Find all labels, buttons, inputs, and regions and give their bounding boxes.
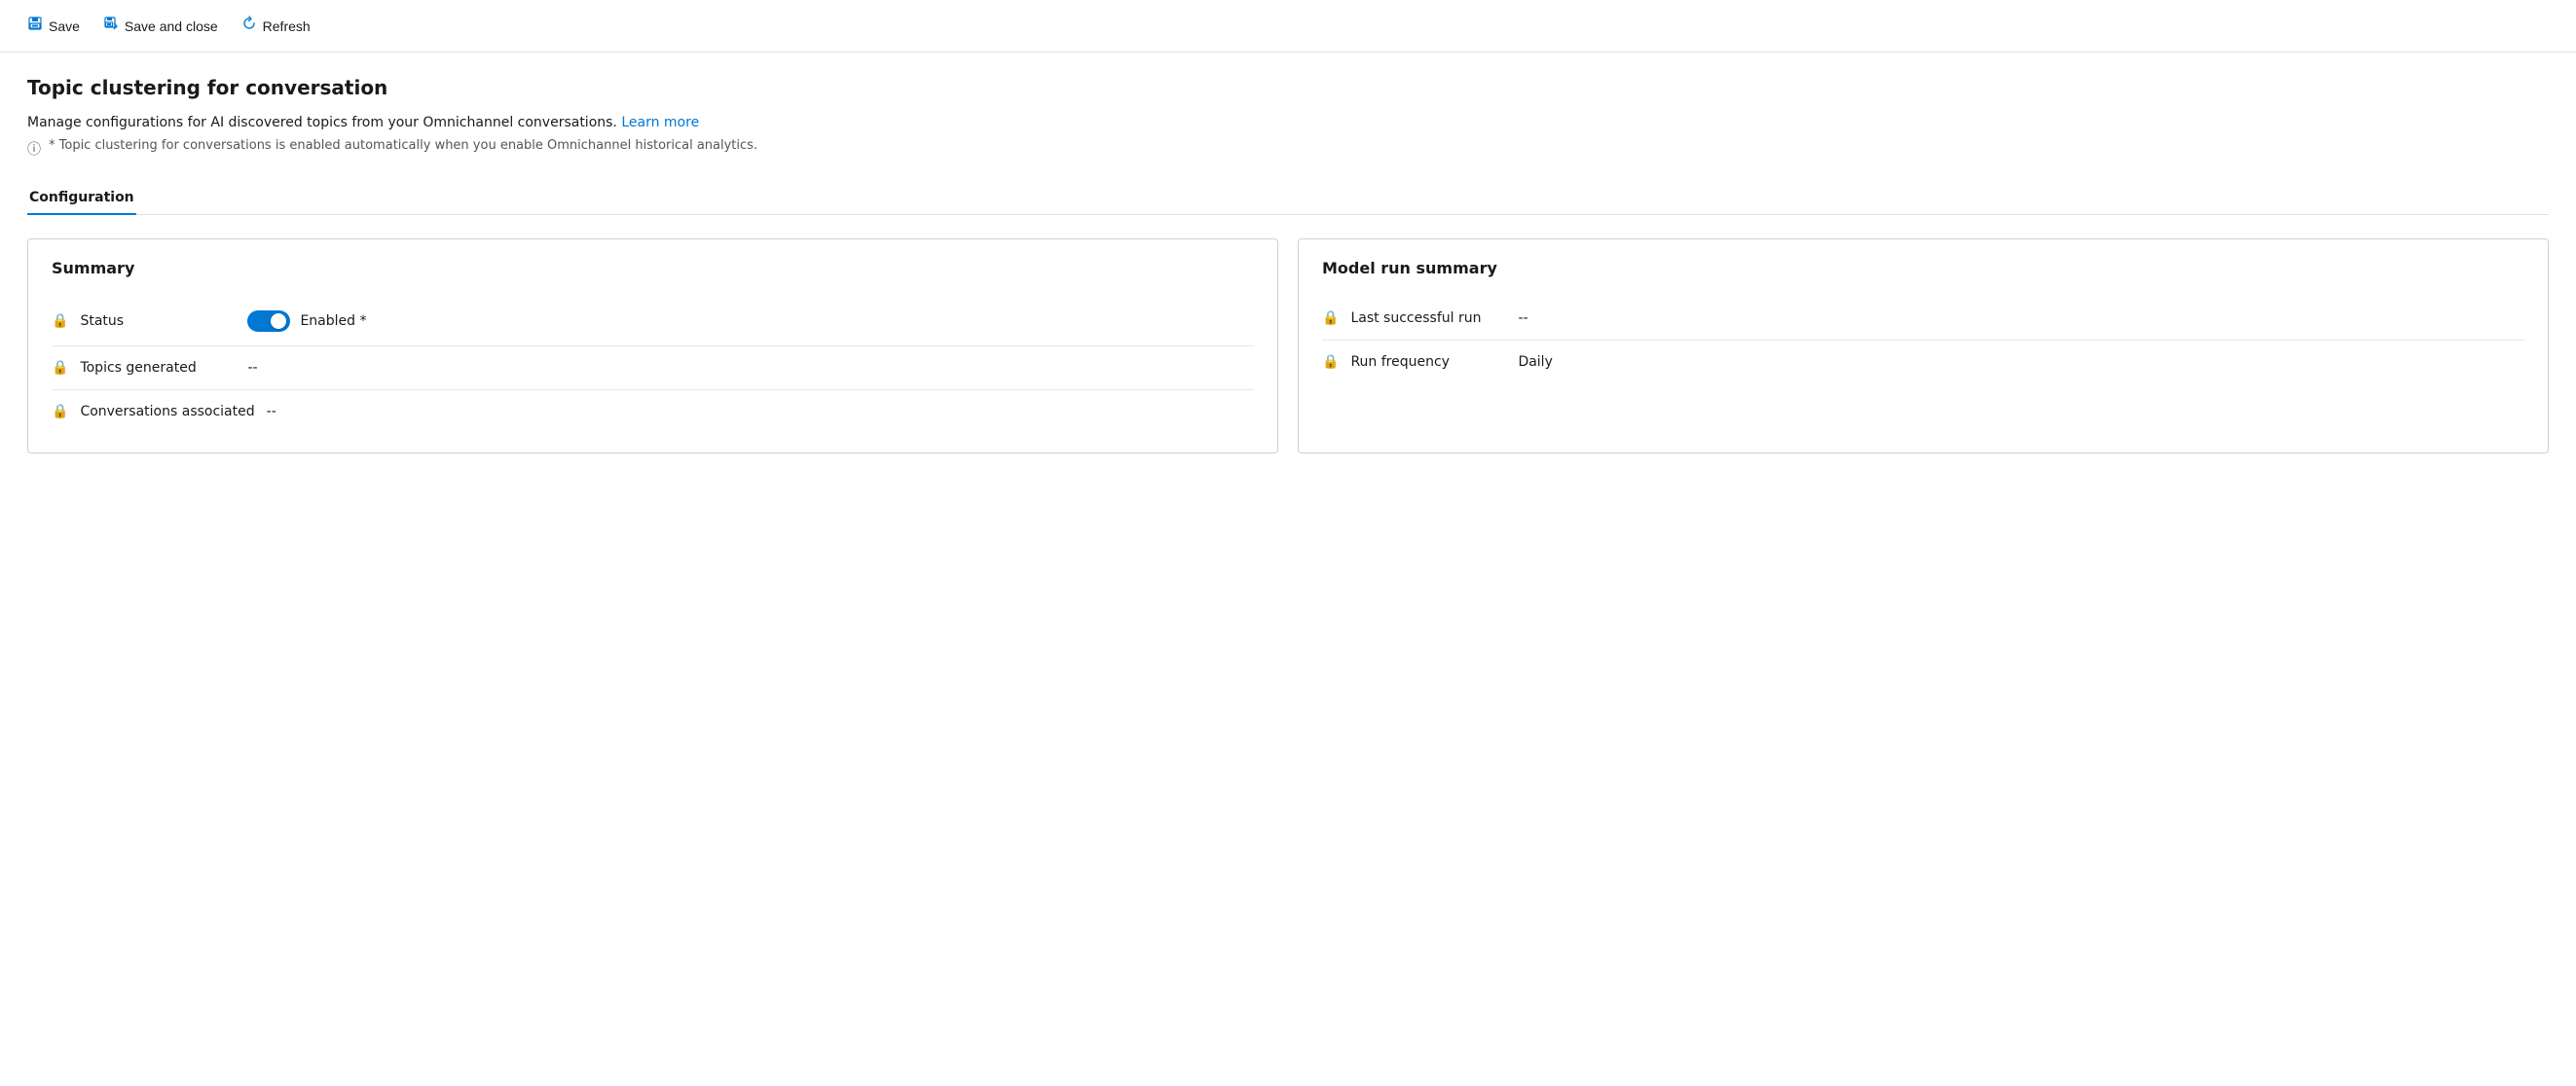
save-and-close-button[interactable]: Save and close — [95, 12, 226, 40]
summary-card: Summary 🔒 Status Enabled * 🔒 Topics gene… — [27, 238, 1278, 453]
last-run-label: Last successful run — [1350, 310, 1506, 326]
last-run-row: 🔒 Last successful run -- — [1322, 297, 2524, 341]
status-toggle[interactable] — [247, 310, 290, 332]
conversations-lock-icon: 🔒 — [52, 404, 68, 419]
topics-generated-value: -- — [247, 360, 257, 376]
status-label: Status — [80, 313, 236, 329]
cards-container: Summary 🔒 Status Enabled * 🔒 Topics gene… — [27, 238, 2549, 453]
conversations-associated-label: Conversations associated — [80, 404, 254, 419]
refresh-button[interactable]: Refresh — [234, 12, 318, 40]
topics-lock-icon: 🔒 — [52, 360, 68, 376]
conversations-associated-row: 🔒 Conversations associated -- — [52, 390, 1254, 433]
tabs: Configuration — [27, 182, 2549, 215]
status-lock-icon: 🔒 — [52, 313, 68, 329]
toolbar: Save Save and close Refresh — [0, 0, 2576, 53]
page-content: Topic clustering for conversation Manage… — [0, 53, 2576, 477]
refresh-label: Refresh — [263, 18, 311, 34]
topics-generated-label: Topics generated — [80, 360, 236, 376]
model-run-card: Model run summary 🔒 Last successful run … — [1298, 238, 2549, 453]
last-run-value: -- — [1518, 310, 1527, 326]
run-frequency-row: 🔒 Run frequency Daily — [1322, 341, 2524, 383]
info-note: ⓘ * Topic clustering for conversations i… — [27, 138, 2549, 159]
refresh-icon — [241, 16, 257, 36]
save-and-close-label: Save and close — [125, 18, 218, 34]
status-row: 🔒 Status Enabled * — [52, 297, 1254, 346]
status-toggle-container: Enabled * — [247, 310, 366, 332]
tab-configuration[interactable]: Configuration — [27, 182, 136, 215]
learn-more-link[interactable]: Learn more — [621, 115, 699, 130]
save-close-icon — [103, 16, 119, 36]
status-value: Enabled * — [300, 313, 366, 329]
run-frequency-lock-icon: 🔒 — [1322, 354, 1339, 370]
last-run-lock-icon: 🔒 — [1322, 310, 1339, 326]
run-frequency-label: Run frequency — [1350, 354, 1506, 370]
conversations-associated-value: -- — [267, 404, 276, 419]
summary-card-title: Summary — [52, 259, 1254, 277]
save-label: Save — [49, 18, 80, 34]
model-run-card-title: Model run summary — [1322, 259, 2524, 277]
save-icon — [27, 16, 43, 36]
page-description: Manage configurations for AI discovered … — [27, 115, 2549, 130]
info-icon: ⓘ — [27, 139, 41, 159]
page-title: Topic clustering for conversation — [27, 76, 2549, 99]
topics-generated-row: 🔒 Topics generated -- — [52, 346, 1254, 390]
info-note-text: * Topic clustering for conversations is … — [49, 138, 757, 153]
description-text: Manage configurations for AI discovered … — [27, 115, 617, 130]
run-frequency-value: Daily — [1518, 354, 1552, 370]
save-button[interactable]: Save — [19, 12, 88, 40]
